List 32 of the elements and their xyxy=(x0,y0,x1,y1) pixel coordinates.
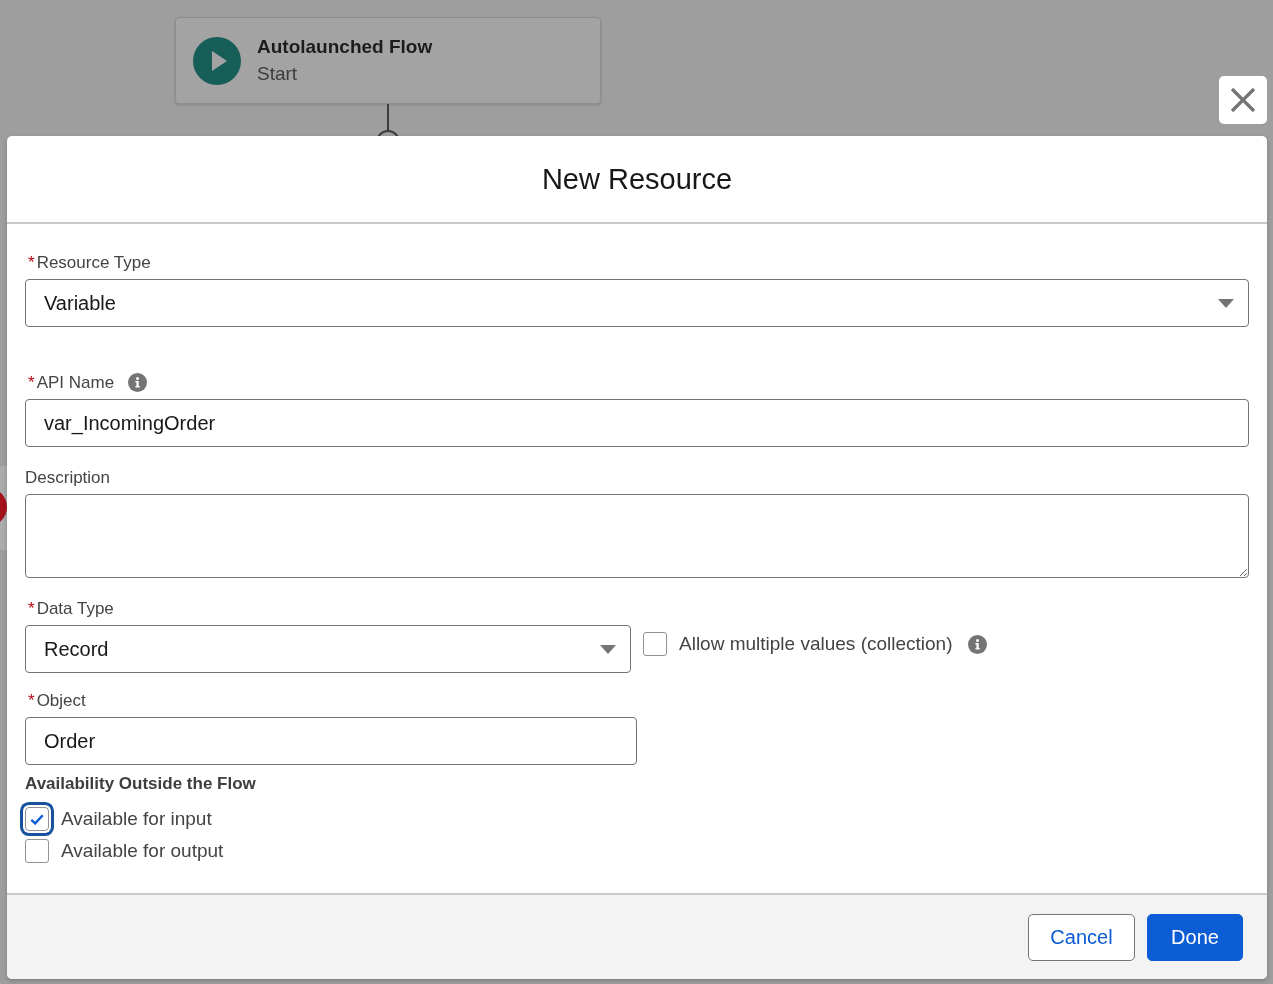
required-asterisk: * xyxy=(28,690,35,711)
field-label: Data Type xyxy=(36,598,114,619)
object-field[interactable]: Order xyxy=(25,717,637,765)
description-field[interactable] xyxy=(25,494,1249,578)
checkbox[interactable] xyxy=(643,632,667,656)
checkmark-icon xyxy=(30,813,44,825)
field-label: Object xyxy=(36,690,86,711)
dialog-title: New Resource xyxy=(541,162,733,197)
required-asterisk: * xyxy=(28,372,35,393)
api-name-field[interactable]: var_IncomingOrder xyxy=(25,399,1249,447)
caret-down-icon xyxy=(600,644,616,654)
secondary-button[interactable]: Cancel xyxy=(1028,913,1135,961)
close-icon xyxy=(1230,87,1256,113)
checkbox[interactable] xyxy=(25,839,49,863)
node-subtitle: Start xyxy=(257,62,299,86)
checkbox-label[interactable]: Available for input xyxy=(61,808,212,830)
data-type-dropdown[interactable]: Record xyxy=(25,625,631,673)
required-asterisk: * xyxy=(28,252,35,273)
field-label: API Name xyxy=(36,372,115,393)
node-title: Autolaunched Flow xyxy=(257,35,433,59)
play-icon xyxy=(193,36,241,85)
resource-type-dropdown[interactable]: Variable xyxy=(25,279,1249,327)
field-label: Resource Type xyxy=(36,252,151,273)
caret-down-icon xyxy=(1218,298,1234,308)
close-button[interactable] xyxy=(1219,76,1267,124)
field-label: Description xyxy=(25,467,111,488)
checkbox-label[interactable]: Allow multiple values (collection) xyxy=(679,633,953,655)
required-asterisk: * xyxy=(28,598,35,619)
checkbox-label[interactable]: Available for output xyxy=(61,840,224,862)
primary-button[interactable]: Done xyxy=(1147,913,1243,961)
start-node-card[interactable]: Autolaunched Flow Start xyxy=(175,17,601,104)
section-heading: Availability Outside the Flow xyxy=(25,773,256,795)
